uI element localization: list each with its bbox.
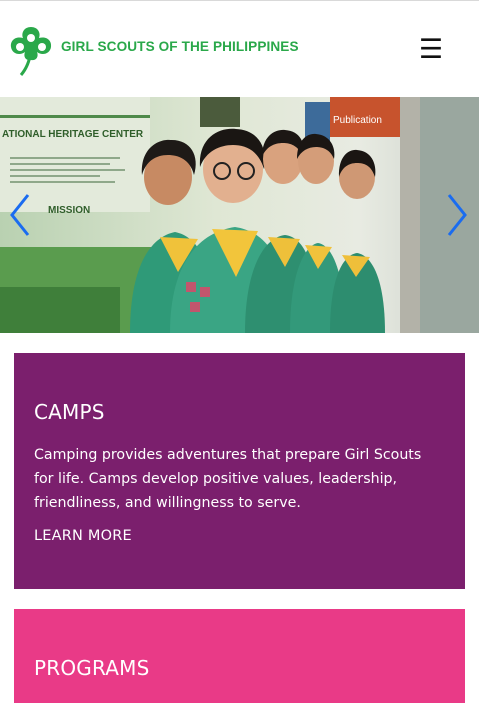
- trefoil-logo-icon[interactable]: [7, 23, 55, 77]
- site-header: GIRL SCOUTS OF THE PHILIPPINES ☰: [0, 0, 479, 97]
- sign-heritage-text: ATIONAL HERITAGE CENTER: [2, 129, 144, 140]
- camps-title: CAMPS: [34, 400, 105, 424]
- camps-learn-more-link[interactable]: LEARN MORE: [34, 528, 132, 544]
- camps-card: CAMPS Camping provides adventures that p…: [14, 353, 465, 589]
- chevron-right-icon[interactable]: [443, 191, 471, 239]
- sign-publication-text: Publication: [333, 115, 382, 126]
- chevron-left-icon[interactable]: [6, 191, 34, 239]
- camps-description: Camping provides adventures that prepare…: [34, 447, 422, 511]
- hero-photo: ATIONAL HERITAGE CENTER MISSION Publicat…: [0, 97, 479, 333]
- hero-slider: ATIONAL HERITAGE CENTER MISSION Publicat…: [0, 97, 479, 333]
- brand-name[interactable]: GIRL SCOUTS OF THE PHILIPPINES: [61, 39, 299, 54]
- programs-card: PROGRAMS: [14, 609, 465, 703]
- programs-title: PROGRAMS: [34, 656, 150, 680]
- hamburger-menu-icon[interactable]: ☰: [414, 36, 448, 65]
- sign-mission-text: MISSION: [48, 205, 90, 216]
